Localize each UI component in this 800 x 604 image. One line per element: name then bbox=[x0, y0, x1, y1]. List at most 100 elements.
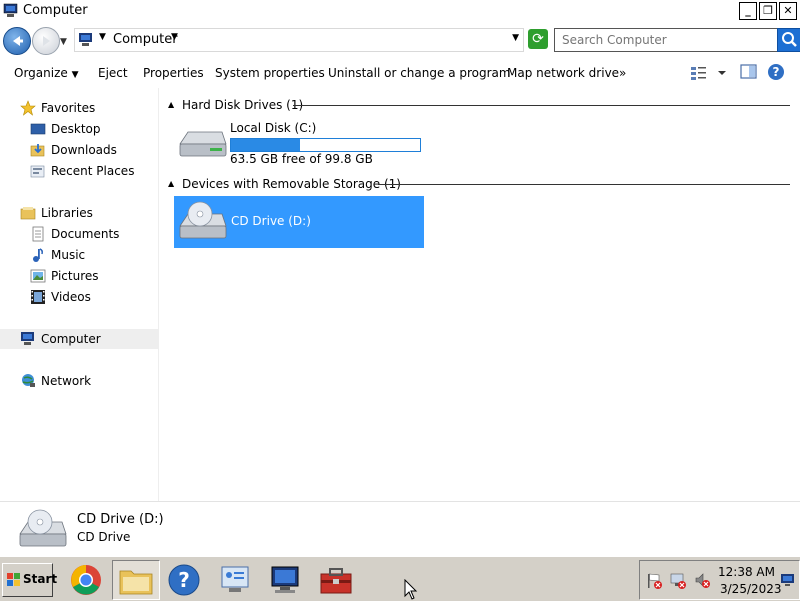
action-center-flag-icon[interactable] bbox=[646, 572, 664, 593]
breadcrumb-location[interactable]: Computer bbox=[113, 32, 178, 47]
show-desktop-icon[interactable] bbox=[780, 573, 796, 590]
network-status-icon[interactable] bbox=[670, 572, 688, 593]
eject-button[interactable]: Eject bbox=[98, 66, 128, 80]
drive-free-space: 63.5 GB free of 99.8 GB bbox=[230, 152, 373, 166]
drive-usage-bar bbox=[230, 138, 421, 152]
recent-places-icon bbox=[30, 163, 46, 182]
control-panel-icon bbox=[219, 564, 251, 599]
group-header-label: Devices with Removable Storage (1) bbox=[182, 177, 401, 191]
sidebar-item-label: Videos bbox=[51, 290, 91, 304]
forward-button[interactable] bbox=[32, 27, 60, 55]
more-commands-button[interactable]: » bbox=[619, 66, 626, 80]
clock-time[interactable]: 12:38 AM bbox=[718, 565, 775, 579]
refresh-button[interactable]: ⟳ bbox=[528, 29, 548, 49]
preview-pane-icon[interactable] bbox=[740, 63, 758, 84]
taskbar-control-panel-button[interactable] bbox=[212, 560, 258, 598]
sidebar-item-music[interactable]: Music bbox=[0, 245, 158, 265]
taskbar-explorer-button[interactable] bbox=[112, 560, 160, 600]
sidebar-item-libraries[interactable]: Libraries bbox=[0, 203, 158, 223]
organize-label: Organize bbox=[14, 66, 68, 80]
address-bar[interactable]: ▼ Computer ▼ ▼ bbox=[74, 28, 524, 52]
file-view: ▲ Hard Disk Drives (1) Local Disk (C:) 6… bbox=[160, 88, 800, 501]
sidebar-item-computer[interactable]: Computer bbox=[0, 329, 158, 349]
mouse-cursor-icon bbox=[404, 578, 418, 604]
close-button[interactable]: ✕ bbox=[779, 2, 797, 20]
film-icon bbox=[30, 289, 46, 308]
toolbox-icon bbox=[319, 565, 353, 598]
window-title: Computer bbox=[23, 3, 88, 18]
music-note-icon bbox=[30, 247, 46, 266]
network-icon bbox=[20, 373, 36, 392]
navigation-pane: Favorites Desktop Downloads Recent Place… bbox=[0, 88, 159, 501]
group-divider bbox=[293, 105, 790, 106]
group-divider bbox=[378, 184, 790, 185]
change-view-icon[interactable] bbox=[690, 63, 730, 86]
collapse-triangle-icon[interactable]: ▲ bbox=[168, 100, 174, 109]
search-box[interactable] bbox=[554, 28, 778, 52]
title-bar: Computer _ ❐ ✕ bbox=[0, 0, 800, 22]
sidebar-item-label: Music bbox=[51, 248, 86, 262]
sidebar-item-downloads[interactable]: Downloads bbox=[0, 140, 158, 160]
search-icon[interactable] bbox=[777, 28, 800, 52]
breadcrumb-chevron-icon[interactable]: ▼ bbox=[99, 32, 106, 42]
group-header-removable-storage[interactable]: ▲ Devices with Removable Storage (1) bbox=[160, 175, 800, 193]
system-properties-button[interactable]: System properties bbox=[215, 66, 325, 80]
minimize-button[interactable]: _ bbox=[739, 2, 757, 20]
sidebar-item-label: Downloads bbox=[51, 143, 117, 157]
sidebar-item-videos[interactable]: Videos bbox=[0, 287, 158, 307]
documents-icon bbox=[30, 226, 46, 245]
sidebar-item-network[interactable]: Network bbox=[0, 371, 158, 391]
uninstall-program-button[interactable]: Uninstall or change a program bbox=[328, 66, 511, 80]
libraries-icon bbox=[20, 205, 36, 224]
taskbar-chrome-button[interactable] bbox=[63, 560, 109, 598]
taskbar-help-button[interactable]: ? bbox=[161, 560, 207, 598]
restore-button[interactable]: ❐ bbox=[759, 2, 777, 20]
command-bar: Organize ▼ Eject Properties System prope… bbox=[0, 58, 800, 88]
group-header-hard-disk-drives[interactable]: ▲ Hard Disk Drives (1) bbox=[160, 96, 800, 114]
windows-logo-icon bbox=[6, 572, 22, 591]
map-network-drive-button[interactable]: Map network drive bbox=[507, 66, 619, 80]
cd-drive-icon bbox=[176, 200, 228, 247]
taskbar-computer-button[interactable] bbox=[262, 560, 308, 598]
sidebar-item-documents[interactable]: Documents bbox=[0, 224, 158, 244]
drive-name: CD Drive (D:) bbox=[231, 214, 311, 228]
volume-icon[interactable] bbox=[694, 572, 712, 593]
help-icon[interactable]: ? bbox=[767, 63, 785, 84]
computer-icon bbox=[269, 564, 301, 599]
search-input[interactable] bbox=[562, 31, 772, 49]
sidebar-item-label: Recent Places bbox=[51, 164, 135, 178]
back-button[interactable] bbox=[3, 27, 31, 55]
downloads-folder-icon bbox=[30, 142, 46, 161]
sidebar-item-label: Computer bbox=[41, 332, 101, 346]
drive-item-local-disk-c[interactable]: Local Disk (C:) 63.5 GB free of 99.8 GB bbox=[174, 116, 444, 168]
breadcrumb-chevron-icon[interactable]: ▼ bbox=[171, 32, 178, 42]
sidebar-item-pictures[interactable]: Pictures bbox=[0, 266, 158, 286]
start-button[interactable]: Start bbox=[2, 563, 57, 597]
star-icon bbox=[20, 100, 36, 119]
drive-usage-fill bbox=[231, 139, 300, 151]
sidebar-item-label: Documents bbox=[51, 227, 120, 241]
cd-drive-icon bbox=[16, 508, 68, 555]
svg-text:?: ? bbox=[178, 568, 190, 592]
properties-button[interactable]: Properties bbox=[143, 66, 204, 80]
sidebar-item-label: Desktop bbox=[51, 122, 101, 136]
sidebar-item-recent-places[interactable]: Recent Places bbox=[0, 161, 158, 181]
clock-date[interactable]: 3/25/2023 bbox=[720, 582, 782, 596]
organize-button[interactable]: Organize ▼ bbox=[14, 66, 79, 80]
taskbar: Start ? 12:38 AM 3/25/2023 bbox=[0, 556, 800, 601]
drive-item-cd-drive-d[interactable]: CD Drive (D:) bbox=[174, 196, 424, 248]
navigation-bar: ▼ ▼ Computer ▼ ▼ ⟳ bbox=[0, 22, 800, 58]
drive-name: Local Disk (C:) bbox=[230, 121, 317, 135]
collapse-triangle-icon[interactable]: ▲ bbox=[168, 179, 174, 188]
sidebar-item-label: Libraries bbox=[41, 206, 93, 220]
sidebar-item-favorites[interactable]: Favorites bbox=[0, 98, 158, 118]
taskbar-toolbox-button[interactable] bbox=[313, 560, 359, 598]
notification-area: 12:38 AM 3/25/2023 bbox=[639, 560, 800, 600]
group-header-label: Hard Disk Drives (1) bbox=[182, 98, 304, 112]
sidebar-item-label: Pictures bbox=[51, 269, 99, 283]
computer-icon bbox=[3, 3, 19, 21]
svg-text:?: ? bbox=[773, 65, 780, 79]
sidebar-item-desktop[interactable]: Desktop bbox=[0, 119, 158, 139]
address-history-chevron-down-icon[interactable]: ▼ bbox=[512, 33, 519, 43]
recent-pages-chevron-down-icon[interactable]: ▼ bbox=[60, 37, 67, 47]
